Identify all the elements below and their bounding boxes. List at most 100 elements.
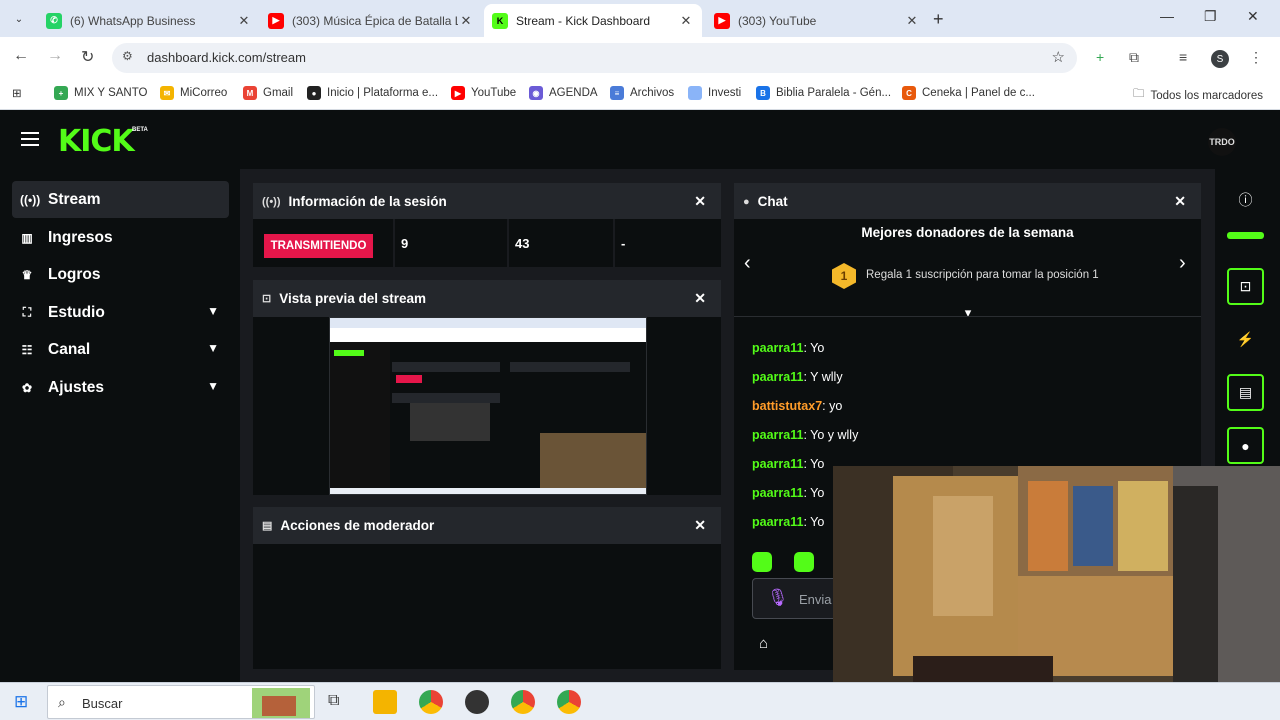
whatsapp-icon: ✆ (46, 12, 62, 29)
chat-text: Yo y wlly (806, 428, 859, 442)
bookmark-item[interactable]: B Biblia Paralela - Gén... (756, 86, 891, 100)
bookmark-item[interactable]: ● Inicio | Plataforma e... (307, 86, 438, 100)
chrome-active-icon[interactable] (511, 690, 535, 714)
chevron-down-icon[interactable]: ▼ (207, 379, 219, 393)
profile-avatar[interactable]: S (1211, 50, 1229, 68)
sidebar-item-logros[interactable]: ♛ Logros (12, 256, 229, 293)
bookmark-item[interactable]: ✉ MiCorreo (160, 86, 227, 100)
url-bar[interactable]: ⚙ dashboard.kick.com/stream ☆ (112, 43, 1077, 73)
bookmark-item[interactable]: ≡ Archivos (610, 86, 674, 100)
tab-title: Stream - Kick Dashboard (516, 13, 651, 28)
session-info-header: ((•)) Información de la sesión ✕ (253, 183, 721, 220)
bookmark-label: Biblia Paralela - Gén... (776, 87, 892, 99)
bookmark-item[interactable]: C Ceneka | Panel de c... (902, 86, 1035, 100)
extensions-icon[interactable]: ⧉ (1129, 49, 1139, 66)
lightning-icon[interactable]: ⚡ (1227, 321, 1264, 358)
chat-username[interactable]: paarra11 (752, 370, 803, 384)
chevron-left-icon[interactable]: ‹ (744, 252, 751, 275)
chat-message: paarra11: Y wlly (752, 370, 843, 384)
hamburger-menu-icon[interactable] (21, 132, 39, 146)
info-icon[interactable]: ⓘ (1227, 181, 1264, 218)
sidebar-item-ajustes[interactable]: ✿ Ajustes ▼ (12, 369, 229, 406)
chat-text: yo (825, 399, 843, 413)
close-icon[interactable]: ✕ (694, 193, 706, 210)
bookmark-item[interactable]: + MIX Y SANTO (54, 86, 148, 100)
sidebar-item-estudio[interactable]: ⛶ Estudio ▼ (12, 294, 229, 331)
tab-search-chevron-icon[interactable]: ⌄ (8, 8, 30, 30)
sidebar-item-ingresos[interactable]: ▥ Ingresos (12, 219, 229, 256)
tab-youtube-music[interactable]: ▶ (303) Música Épica de Batalla Le ✕ (260, 4, 482, 37)
preview-icon[interactable]: ⊡ (1227, 268, 1264, 305)
back-icon[interactable]: ← (13, 47, 29, 65)
bookmark-item[interactable]: M Gmail (243, 86, 293, 100)
close-icon[interactable]: ✕ (694, 517, 706, 534)
bookmark-item[interactable]: ▶ YouTube (451, 86, 516, 100)
collapse-icon[interactable]: ▾ (957, 305, 979, 325)
chevron-right-icon[interactable]: › (1179, 252, 1186, 275)
chevron-down-icon[interactable]: ▼ (207, 341, 219, 355)
sidebar-item-canal[interactable]: ☷ Canal ▼ (12, 331, 229, 368)
tab-title: (303) Música Épica de Batalla Le (292, 13, 458, 28)
url-text[interactable]: dashboard.kick.com/stream (147, 50, 306, 65)
microphone-icon[interactable]: 🎙 (767, 588, 789, 608)
menu-kebab-icon[interactable]: ⋮ (1249, 49, 1263, 66)
document-icon[interactable]: ▤ (1227, 374, 1264, 411)
dashboard-sidebar: ((•)) Stream ▥ Ingresos ♛ Logros ⛶ Estud… (0, 169, 240, 682)
chat-username[interactable]: paarra11 (752, 457, 803, 471)
task-view-icon[interactable]: ⧉ (328, 692, 339, 710)
tab-whatsapp[interactable]: ✆ (6) WhatsApp Business ✕ (38, 4, 260, 37)
file-explorer-icon[interactable] (373, 690, 397, 714)
chat-username[interactable]: paarra11 (752, 428, 803, 442)
minimize-icon[interactable]: — (1160, 8, 1174, 24)
media-control-icon[interactable]: ≡ (1179, 49, 1187, 65)
chat-message: paarra11: Yo (752, 457, 825, 471)
close-icon[interactable]: ✕ (694, 290, 706, 307)
store-icon[interactable]: ⌂ (759, 635, 768, 652)
emote-icon[interactable] (794, 552, 814, 572)
chat-username[interactable]: paarra11 (752, 341, 803, 355)
chevron-down-icon[interactable]: ▼ (207, 304, 219, 318)
sidebar-item-label: Stream (48, 190, 101, 208)
taskbar-search-text: Buscar (82, 696, 123, 711)
forward-icon[interactable]: → (47, 47, 63, 65)
bookmark-label: Archivos (630, 87, 675, 99)
reload-icon[interactable]: ↻ (81, 47, 94, 67)
close-tab-icon[interactable]: ✕ (458, 13, 474, 29)
bookmark-star-icon[interactable]: ☆ (1052, 48, 1065, 66)
user-avatar[interactable]: TRDO (1208, 128, 1236, 156)
obs-icon[interactable] (465, 690, 489, 714)
broadcast-icon: ((•)) (20, 192, 41, 207)
chat-username[interactable]: paarra11 (752, 515, 803, 529)
close-icon[interactable]: ✕ (1174, 193, 1186, 210)
close-tab-icon[interactable]: ✕ (904, 13, 920, 29)
bookmark-label: Inicio | Plataforma e... (327, 87, 439, 99)
new-tab-icon[interactable]: + (933, 9, 944, 30)
stream-preview-header: ⊡ Vista previa del stream ✕ (253, 280, 721, 317)
restore-icon[interactable]: ❐ (1204, 8, 1217, 25)
site-info-icon[interactable]: ⚙ (122, 49, 133, 63)
close-tab-icon[interactable]: ✕ (678, 13, 694, 29)
tab-kick-dashboard[interactable]: K Stream - Kick Dashboard ✕ (484, 4, 702, 37)
apps-grid-icon[interactable]: ⊞ (12, 86, 22, 100)
chrome-icon[interactable] (557, 690, 581, 714)
close-tab-icon[interactable]: ✕ (236, 13, 252, 29)
chat-username[interactable]: battistutax7 (752, 399, 822, 413)
sidebar-item-stream[interactable]: ((•)) Stream (12, 181, 229, 218)
bookmark-item[interactable]: Investi (688, 86, 741, 100)
all-bookmarks[interactable]: 🗀 Todos los marcadores (1133, 86, 1263, 105)
chat-bubble-icon[interactable]: ● (1227, 427, 1264, 464)
search-icon: ⌕ (58, 694, 66, 710)
taskbar-search[interactable]: ⌕ Buscar (47, 685, 315, 719)
chrome-icon[interactable] (419, 690, 443, 714)
kick-logo[interactable]: KICK (58, 124, 135, 159)
bookmark-item[interactable]: ◉ AGENDA (529, 86, 598, 100)
tab-youtube[interactable]: ▶ (303) YouTube ✕ (706, 4, 928, 37)
emote-icon[interactable] (752, 552, 772, 572)
stream-preview-video[interactable] (329, 317, 647, 495)
chat-username[interactable]: paarra11 (752, 486, 803, 500)
preview-thumbnail (330, 318, 646, 494)
windows-start-icon[interactable]: ⊞ (14, 692, 28, 712)
sidebar-item-label: Logros (48, 265, 101, 283)
window-close-icon[interactable]: ✕ (1247, 8, 1259, 25)
extension-plus-icon[interactable]: + (1096, 49, 1104, 65)
